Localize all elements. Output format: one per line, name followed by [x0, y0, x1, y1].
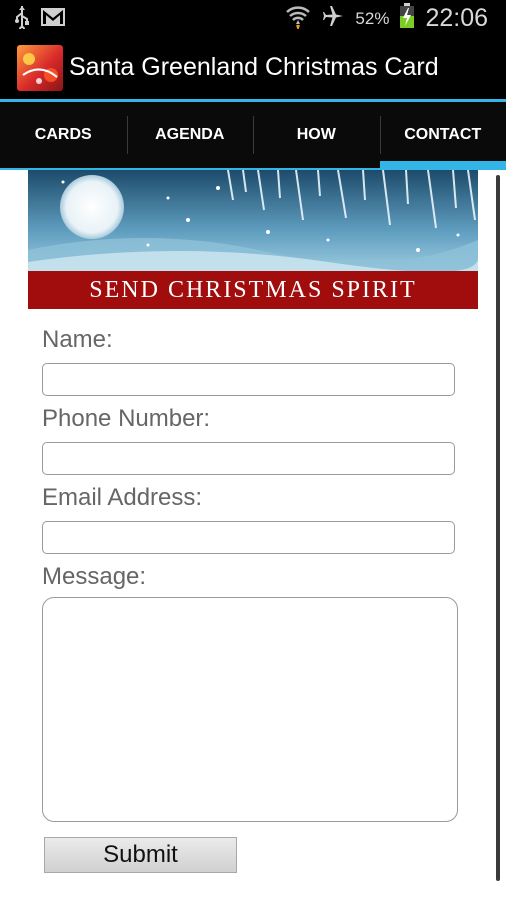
tab-label: CONTACT	[404, 126, 482, 143]
battery-icon	[399, 3, 415, 34]
status-clock: 22:06	[425, 4, 488, 32]
gmail-icon	[40, 7, 66, 32]
email-input[interactable]	[42, 521, 455, 554]
message-label: Message:	[42, 563, 147, 590]
airplane-mode-icon	[321, 4, 345, 33]
app-logo-icon[interactable]	[17, 45, 63, 91]
name-input[interactable]	[42, 363, 455, 396]
tab-bar: CARDS AGENDA HOW CONTACT	[0, 102, 506, 170]
message-textarea[interactable]	[42, 597, 458, 822]
banner-strip: SEND CHRISTMAS SPIRIT	[28, 271, 478, 309]
phone-input[interactable]	[42, 442, 455, 475]
usb-icon	[14, 5, 30, 34]
app-title: Santa Greenland Christmas Card	[69, 53, 439, 81]
banner-text: SEND CHRISTMAS SPIRIT	[89, 276, 417, 303]
email-label: Email Address:	[42, 484, 203, 511]
app-bar: Santa Greenland Christmas Card	[0, 36, 506, 102]
name-label: Name:	[42, 326, 113, 353]
tab-how[interactable]: HOW	[253, 102, 380, 168]
tab-label: HOW	[296, 126, 336, 143]
battery-percent: 52%	[355, 8, 390, 28]
tab-agenda[interactable]: AGENDA	[126, 102, 254, 168]
tab-contact[interactable]: CONTACT	[379, 102, 506, 168]
wifi-icon	[285, 3, 311, 34]
tab-label: CARDS	[34, 126, 92, 143]
phone-label: Phone Number:	[42, 405, 211, 432]
tab-cards[interactable]: CARDS	[0, 102, 127, 168]
christmas-banner: SEND CHRISTMAS SPIRIT	[28, 170, 478, 309]
scrollbar[interactable]	[496, 175, 500, 881]
status-bar: 52% 22:06	[0, 0, 506, 36]
submit-button[interactable]: Submit	[44, 837, 237, 873]
winter-scene-image	[28, 170, 478, 271]
tab-label: AGENDA	[155, 126, 225, 143]
